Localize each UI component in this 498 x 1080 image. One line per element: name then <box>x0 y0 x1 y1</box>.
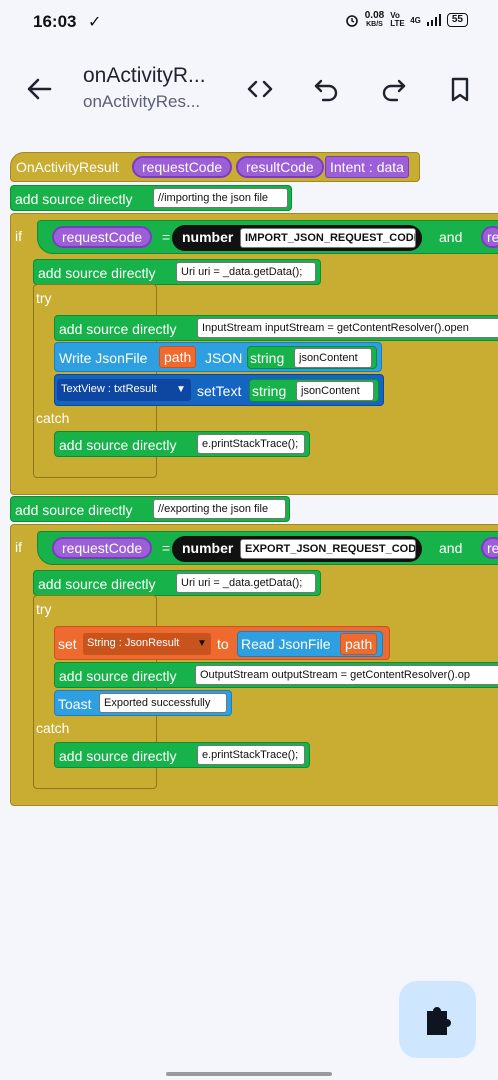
if-block[interactable]: if requestCode = number EXPORT_JSON_REQU… <box>10 524 498 806</box>
param-request-code[interactable]: requestCode <box>52 226 153 248</box>
try-catch-block[interactable]: try set String : JsonResult ▼ to Read Js… <box>33 595 498 789</box>
source-field[interactable]: //exporting the json file <box>153 499 286 519</box>
gesture-bar <box>166 1072 332 1076</box>
source-field[interactable]: e.printStackTrace(); <box>197 745 305 765</box>
app-toolbar: onActivityR... onActivityRes... <box>0 56 498 126</box>
status-bar: 16:03 ✓ 0.08 KB/S Vo LTE 4G 55 <box>0 0 498 44</box>
param-cut[interactable]: re <box>481 537 498 559</box>
add-source-block[interactable]: add source directly e.printStackTrace(); <box>54 742 310 768</box>
settext-block[interactable]: TextView : txtResult ▼ setText string js… <box>54 374 384 406</box>
bookmark-icon[interactable] <box>445 74 475 104</box>
toolbar-titles: onActivityR... onActivityRes... <box>83 64 233 112</box>
add-source-block[interactable]: add source directly e.printStackTrace(); <box>54 431 310 457</box>
param-request-code[interactable]: requestCode <box>132 156 233 178</box>
source-field[interactable]: //importing the json file <box>153 188 288 208</box>
path-block[interactable]: path <box>159 346 197 368</box>
page-title: onActivityR... <box>83 64 206 87</box>
path-block[interactable]: path <box>340 633 378 655</box>
battery-icon: 55 <box>446 13 468 27</box>
source-field[interactable]: e.printStackTrace(); <box>197 434 305 454</box>
blocks-palette-button[interactable] <box>399 981 476 1058</box>
add-source-block[interactable]: add source directly OutputStream outputS… <box>54 662 498 688</box>
view-selector[interactable]: TextView : txtResult <box>57 379 191 401</box>
source-field[interactable]: Uri uri = _data.getData(); <box>176 262 316 282</box>
signal-icon <box>426 14 441 26</box>
constant-field[interactable]: EXPORT_JSON_REQUEST_CODE <box>240 539 416 559</box>
string-field[interactable]: jsonContent <box>294 348 372 368</box>
event-name: OnActivityResult <box>16 159 119 175</box>
event-block[interactable]: OnActivityResult requestCode resultCode … <box>10 152 420 182</box>
number-block[interactable]: number IMPORT_JSON_REQUEST_CODE <box>172 225 422 251</box>
net-speed: 0.08 KB/S <box>364 10 385 29</box>
condition-block[interactable]: requestCode = number IMPORT_JSON_REQUEST… <box>37 220 498 254</box>
back-arrow-icon[interactable] <box>24 74 54 104</box>
toast-field[interactable]: Exported successfully <box>99 693 227 713</box>
add-source-block[interactable]: add source directly Uri uri = _data.getD… <box>33 259 321 285</box>
source-field[interactable]: OutputStream outputStream = getContentRe… <box>195 665 498 685</box>
write-json-block[interactable]: Write JsonFile path JSON string jsonCont… <box>54 342 382 372</box>
source-field[interactable]: Uri uri = _data.getData(); <box>176 573 316 593</box>
set-variable-block[interactable]: set String : JsonResult ▼ to Read JsonFi… <box>54 626 390 660</box>
param-request-code[interactable]: requestCode <box>52 537 153 559</box>
redo-icon[interactable] <box>378 74 408 104</box>
condition-block[interactable]: requestCode = number EXPORT_JSON_REQUEST… <box>37 531 498 565</box>
network-type: 4G <box>410 15 421 25</box>
volte-icon: Vo LTE <box>390 11 405 28</box>
dropdown-arrow-icon[interactable]: ▼ <box>176 384 186 395</box>
status-time: 16:03 <box>33 12 77 31</box>
string-block[interactable]: string jsonContent <box>247 346 377 369</box>
string-field[interactable]: jsonContent <box>296 381 374 401</box>
block-canvas[interactable]: OnActivityResult requestCode resultCode … <box>0 140 498 840</box>
code-icon[interactable] <box>245 74 275 104</box>
alarm-icon <box>345 15 358 27</box>
read-json-block[interactable]: Read JsonFile path <box>237 631 383 657</box>
source-field[interactable]: InputStream inputStream = getContentReso… <box>197 318 498 338</box>
toast-block[interactable]: Toast Exported successfully <box>54 690 232 716</box>
status-icons: 0.08 KB/S Vo LTE 4G 55 <box>345 11 468 29</box>
undo-icon[interactable] <box>312 74 342 104</box>
param-result-code[interactable]: resultCode <box>236 156 324 178</box>
dropdown-arrow-icon[interactable]: ▼ <box>197 638 207 649</box>
page-subtitle: onActivityRes... <box>83 92 201 111</box>
number-block[interactable]: number EXPORT_JSON_REQUEST_CODE <box>172 536 422 562</box>
add-source-block[interactable]: add source directly InputStream inputStr… <box>54 315 498 341</box>
constant-field[interactable]: IMPORT_JSON_REQUEST_CODE <box>240 228 416 248</box>
try-catch-block[interactable]: try add source directly InputStream inpu… <box>33 284 498 478</box>
param-intent[interactable]: Intent : data <box>325 156 409 178</box>
download-check-icon: ✓ <box>88 14 102 31</box>
add-source-block[interactable]: add source directly //exporting the json… <box>10 496 290 522</box>
puzzle-icon <box>427 1007 451 1035</box>
param-cut[interactable]: re <box>481 226 498 248</box>
variable-selector[interactable]: String : JsonResult <box>83 633 211 655</box>
add-source-block[interactable]: add source directly //importing the json… <box>10 185 292 211</box>
if-block[interactable]: if requestCode = number IMPORT_JSON_REQU… <box>10 213 498 495</box>
string-block[interactable]: string jsonContent <box>249 379 379 402</box>
add-source-block[interactable]: add source directly Uri uri = _data.getD… <box>33 570 321 596</box>
